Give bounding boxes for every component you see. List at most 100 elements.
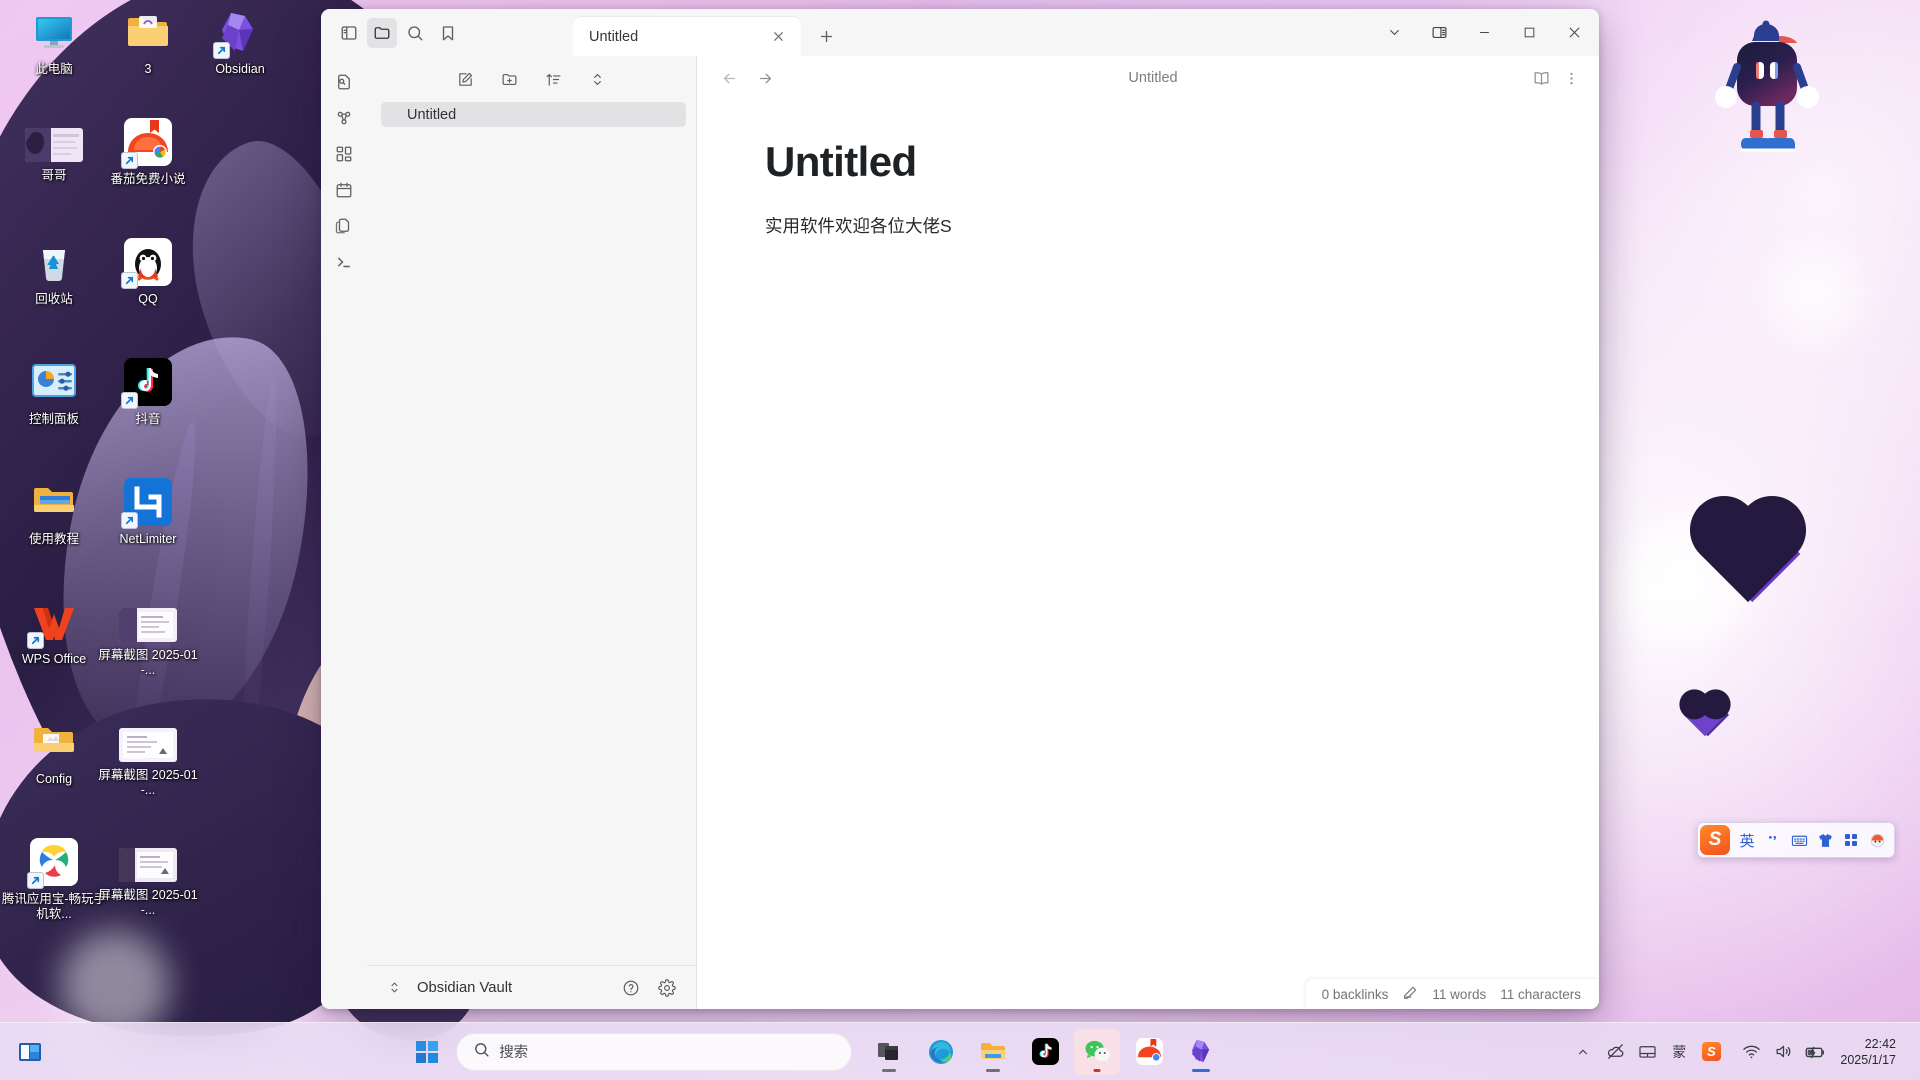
taskbar-tomato-novel[interactable] (1126, 1029, 1172, 1075)
editor-header[interactable]: Untitled (697, 56, 1599, 100)
taskbar-file-explorer[interactable] (970, 1029, 1016, 1075)
settings-gear-icon[interactable] (654, 975, 680, 1001)
close-icon[interactable] (767, 26, 789, 48)
file-list[interactable]: Untitled (367, 96, 696, 965)
maximize-icon[interactable] (1507, 9, 1552, 56)
character-count[interactable]: 11 characters (1500, 987, 1581, 1002)
word-count[interactable]: 11 words (1432, 987, 1486, 1002)
minimize-icon[interactable] (1462, 9, 1507, 56)
vault-switcher-icon[interactable] (381, 975, 407, 1001)
window-title-bar[interactable]: Untitled (321, 9, 1599, 56)
taskbar-wechat[interactable] (1074, 1028, 1121, 1075)
vault-footer[interactable]: Obsidian Vault (367, 965, 696, 1009)
editor-pane[interactable]: Untitled Untitled 实用软件欢迎各位大佬S 0 backlink… (697, 56, 1599, 1009)
graph-view-icon[interactable] (329, 103, 359, 133)
desktop-icon-tomato-novel[interactable]: 番茄免费小说 (94, 118, 202, 187)
desktop-icon-netlimiter[interactable]: NetLimiter (94, 478, 202, 547)
taskbar-task-view[interactable] (866, 1029, 912, 1075)
terminal-icon[interactable] (329, 247, 359, 277)
file-explorer-pane[interactable]: Untitled Obsidian Vault (367, 56, 697, 1009)
backlinks-count[interactable]: 0 backlinks (1322, 987, 1389, 1002)
taskbar-douyin[interactable] (1022, 1029, 1068, 1075)
tab-strip[interactable]: Untitled (573, 9, 1372, 56)
arrow-left-icon[interactable] (715, 64, 743, 92)
sogou-logo-icon[interactable]: S (1700, 825, 1730, 855)
quick-switcher-icon[interactable] (329, 67, 359, 97)
daily-note-icon[interactable] (329, 175, 359, 205)
show-desktop-icon[interactable] (0, 1039, 60, 1065)
taskbar-clock[interactable]: 22:42 2025/1/17 (1832, 1030, 1906, 1074)
punctuation-mode-button[interactable] (1760, 826, 1786, 854)
new-folder-icon[interactable] (497, 66, 523, 92)
desktop-icon-control-panel[interactable]: 控制面板 (0, 358, 108, 427)
desktop-icon-tencent-appstore[interactable]: 腾讯应用宝-畅玩手机软... (0, 838, 108, 922)
soft-keyboard-button[interactable] (1786, 826, 1812, 854)
file-item-untitled[interactable]: Untitled (381, 102, 686, 127)
taskbar-microsoft-edge[interactable] (918, 1029, 964, 1075)
ime-mode-icon[interactable]: 蒙 (1664, 1033, 1694, 1071)
taskbar-search[interactable]: 搜索 (456, 1032, 853, 1071)
editor-content[interactable]: Untitled 实用软件欢迎各位大佬S (697, 100, 1599, 1009)
sort-icon[interactable] (541, 66, 567, 92)
window-controls[interactable] (1372, 9, 1599, 56)
wifi-icon[interactable] (1736, 1033, 1766, 1071)
system-tray[interactable]: 蒙 S 22:42 2025/1/17 (1568, 1030, 1920, 1074)
language-mode-button[interactable]: 英 (1734, 826, 1760, 854)
touchpad-icon[interactable] (1632, 1033, 1662, 1071)
show-hidden-icons-chevron[interactable] (1568, 1033, 1598, 1071)
document-title[interactable]: Untitled (765, 138, 1465, 186)
new-tab-button[interactable] (809, 19, 843, 53)
document-paragraph[interactable]: 实用软件欢迎各位大佬S (765, 212, 1465, 240)
battery-charging-icon[interactable] (1800, 1033, 1830, 1071)
desktop-icon-screenshot-2[interactable]: 屏幕截图 2025-01-... (94, 728, 202, 798)
canvas-icon[interactable] (329, 139, 359, 169)
desktop-icon-config-folder[interactable]: Config (0, 718, 108, 787)
desktop-icon-gege[interactable]: 哥哥 (0, 128, 108, 183)
templates-icon[interactable] (329, 211, 359, 241)
obsidian-window[interactable]: Untitled Untitled Obsidian Vault Untitle… (321, 9, 1599, 1009)
chevron-down-icon[interactable] (1372, 9, 1417, 56)
more-vertical-icon[interactable] (1557, 64, 1585, 92)
pencil-icon[interactable] (1402, 985, 1418, 1004)
status-bar[interactable]: 0 backlinks 11 words 11 characters (1305, 979, 1599, 1009)
desktop-icon-wps-office[interactable]: WPS Office (0, 598, 108, 667)
desktop-icon-screenshot-1[interactable]: 屏幕截图 2025-01-... (94, 608, 202, 678)
tab-untitled[interactable]: Untitled (573, 17, 801, 56)
help-icon[interactable] (618, 975, 644, 1001)
emoji-button[interactable] (1864, 826, 1890, 854)
desktop-icon-recycle-bin[interactable]: 回收站 (0, 238, 108, 307)
robot-mascot-widget[interactable] (1706, 12, 1832, 177)
volume-icon[interactable] (1768, 1033, 1798, 1071)
left-ribbon[interactable] (321, 56, 367, 1009)
folder-icon[interactable] (367, 17, 397, 48)
collapse-icon[interactable] (585, 66, 611, 92)
right-sidebar-toggle-icon[interactable] (1417, 9, 1462, 56)
taskbar-center[interactable]: 搜索 (60, 1028, 1568, 1075)
sogou-input-label: S (1701, 1042, 1721, 1061)
search-icon[interactable] (400, 18, 430, 48)
sogou-ime-toolbar[interactable]: S 英 (1697, 822, 1895, 858)
windows-taskbar[interactable]: 搜索 蒙 S 22:42 2025/1/17 (0, 1022, 1920, 1080)
desktop-icon-obsidian[interactable]: Obsidian (186, 8, 294, 77)
bookmark-icon[interactable] (433, 18, 463, 48)
start-windows-icon[interactable] (404, 1029, 450, 1075)
skin-button[interactable] (1812, 826, 1838, 854)
new-note-icon[interactable] (453, 66, 479, 92)
desktop-icon-screenshot-3[interactable]: 屏幕截图 2025-01-... (94, 848, 202, 918)
sogou-input-icon[interactable]: S (1696, 1033, 1726, 1071)
desktop-icon-douyin[interactable]: 抖音 (94, 358, 202, 427)
file-explorer-toolbar[interactable] (367, 56, 696, 96)
desktop-icon-grid[interactable]: 此电脑 3 哥哥 番茄免费小说 回收站 QQ 控制面板 抖音 使用教程 NetL… (0, 0, 265, 1000)
titlebar-left-controls[interactable] (321, 9, 573, 56)
sidebar-toggle-icon[interactable] (334, 18, 364, 48)
close-icon[interactable] (1552, 9, 1597, 56)
onedrive-offline-icon[interactable] (1600, 1033, 1630, 1071)
desktop-icon-tutorial-folder[interactable]: 使用教程 (0, 478, 108, 547)
taskbar-obsidian[interactable] (1178, 1029, 1224, 1075)
desktop-icon-this-pc[interactable]: 此电脑 (0, 8, 108, 77)
desktop[interactable]: 此电脑 3 哥哥 番茄免费小说 回收站 QQ 控制面板 抖音 使用教程 NetL… (0, 0, 1920, 1080)
toolbox-button[interactable] (1838, 826, 1864, 854)
desktop-icon-qq[interactable]: QQ (94, 238, 202, 307)
arrow-right-icon[interactable] (751, 64, 779, 92)
open-book-icon[interactable] (1527, 64, 1555, 92)
